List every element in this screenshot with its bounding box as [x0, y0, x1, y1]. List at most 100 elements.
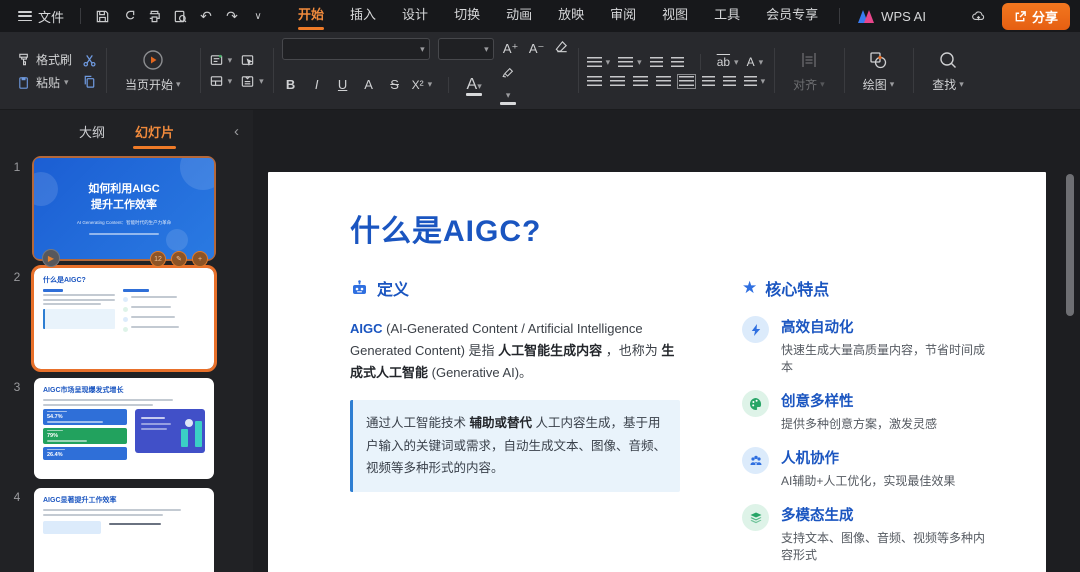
slide-canvas[interactable]: 什么是AIGC? 定义 AIGC (AI-Generated Content /…: [253, 110, 1080, 572]
redo-button[interactable]: ↷: [219, 4, 245, 28]
tab-tools[interactable]: 工具: [701, 0, 753, 32]
bullets-button[interactable]: ▾: [586, 56, 610, 68]
share-button[interactable]: 分享: [1001, 2, 1070, 30]
collapse-panel-icon[interactable]: ‹: [234, 123, 239, 140]
bold-button[interactable]: B: [282, 77, 300, 92]
thumbnail-row-4: 4 AIGC显著提升工作效率: [0, 488, 253, 572]
strikethrough-button[interactable]: S: [386, 77, 404, 92]
increase-indent-icon[interactable]: [670, 56, 684, 68]
thumb4-highlight-box: [43, 521, 101, 534]
format-painter-button[interactable]: 格式刷: [17, 51, 72, 68]
layout-button[interactable]: ▾: [209, 74, 232, 89]
new-slide-button[interactable]: ▾: [209, 53, 232, 68]
cloud-sync-button[interactable]: [966, 4, 992, 28]
thumbnail-4-preview: AIGC显著提升工作效率: [34, 488, 214, 572]
ribbon-toolbar: 格式刷 粘贴 ▾ 当页开始 ▾ ▾ ▾ ▾ ▾ ▾ A⁺ A⁻ B I U A …: [0, 32, 1080, 110]
column-spacing-icon[interactable]: [701, 76, 715, 87]
align-group: 对齐 ▾: [774, 38, 844, 103]
save-button[interactable]: [89, 4, 115, 28]
find-label: 查找: [932, 77, 957, 92]
paragraph-group: ▾ ▾ ab ▾ A ▾ ▾: [577, 38, 775, 103]
thumb1-title-line2: 提升工作效率: [91, 198, 157, 211]
slide-thumbnail-4[interactable]: AIGC显著提升工作效率: [34, 488, 214, 572]
ribbon-tabs: 开始 插入 设计 切换 动画 放映 审阅 视图 工具 会员专享: [285, 0, 831, 32]
edit-pen-button[interactable]: ✎: [171, 251, 187, 267]
row-spacing-icon[interactable]: [722, 76, 736, 87]
slide-title: 什么是AIGC?: [350, 215, 542, 248]
font-color-glyph: A: [466, 75, 478, 93]
quick-access-expand-button[interactable]: ∨: [245, 4, 271, 28]
numbering-button[interactable]: ▾: [618, 56, 642, 68]
format-painter-label: 格式刷: [36, 52, 73, 67]
layers-icon: [742, 504, 769, 531]
draw-button[interactable]: 绘图 ▾: [853, 49, 905, 93]
definition-callout: 通过人工智能技术 辅助或替代 人工内容生成，基于用户输入的关键词或需求，自动生成…: [350, 400, 680, 492]
tab-slideshow[interactable]: 放映: [545, 0, 597, 32]
tab-design[interactable]: 设计: [389, 0, 441, 32]
start-from-page-label: 当页开始: [125, 77, 174, 92]
wps-ai-button[interactable]: WPS AI: [858, 9, 926, 24]
align-center-icon[interactable]: [609, 76, 625, 87]
cut-button[interactable]: [82, 53, 97, 68]
thumbnail-1-preview: 如何利用AIGC 提升工作效率 AI Generating Content：智能时…: [34, 158, 214, 259]
find-replace-button[interactable]: [167, 4, 193, 28]
font-size-select[interactable]: ▾: [437, 38, 494, 60]
justify-icon[interactable]: [655, 76, 671, 87]
tab-review[interactable]: 审阅: [597, 0, 649, 32]
tab-animation[interactable]: 动画: [493, 0, 545, 32]
tab-outline[interactable]: 大纲: [77, 118, 107, 145]
superscript-button[interactable]: X² ▾: [412, 78, 433, 92]
file-menu-button[interactable]: 文件: [10, 3, 72, 30]
copy-button[interactable]: [82, 74, 97, 89]
tab-view[interactable]: 视图: [649, 0, 701, 32]
line-spacing-button[interactable]: ▾: [743, 76, 765, 87]
timer-badge-button[interactable]: 12: [150, 251, 166, 267]
slide-thumbnail-1[interactable]: 如何利用AIGC 提升工作效率 AI Generating Content：智能时…: [32, 156, 216, 267]
tab-slides[interactable]: 幻灯片: [133, 118, 177, 149]
slide-number: 3: [13, 380, 21, 394]
tab-home[interactable]: 开始: [285, 0, 337, 32]
font-color-button[interactable]: A ▾: [465, 75, 483, 96]
vertical-scrollbar[interactable]: [1066, 174, 1074, 316]
lightning-icon: [742, 316, 769, 343]
align-right-icon[interactable]: [632, 76, 648, 87]
align-objects-button[interactable]: 对齐 ▾: [783, 49, 835, 93]
export-button[interactable]: [115, 4, 141, 28]
play-slide-button[interactable]: ▶: [42, 249, 60, 267]
tab-membership[interactable]: 会员专享: [753, 0, 831, 32]
current-slide[interactable]: 什么是AIGC? 定义 AIGC (AI-Generated Content /…: [268, 172, 1046, 572]
underline-button[interactable]: U: [334, 77, 352, 92]
decrease-indent-icon[interactable]: [649, 56, 663, 68]
slide-thumbnail-3[interactable]: AIGC市场呈现爆发式增长 54.7% 79% 26.4%: [34, 378, 214, 479]
slide-checklist-button[interactable]: ▾: [240, 74, 264, 89]
format-painter-icon: [19, 53, 28, 65]
tab-insert[interactable]: 插入: [337, 0, 389, 32]
text-direction-button[interactable]: ab ▾: [717, 55, 739, 69]
highlight-color-button[interactable]: ▾: [499, 66, 517, 105]
tab-transition[interactable]: 切换: [441, 0, 493, 32]
vertical-text-button[interactable]: A ▾: [747, 55, 764, 69]
italic-button[interactable]: I: [308, 77, 326, 92]
distribute-text-icon[interactable]: [676, 74, 696, 89]
badge-text: 12: [154, 255, 162, 263]
decrease-font-button[interactable]: A⁻: [528, 41, 546, 57]
new-slide-icon: [210, 54, 222, 65]
feature-title: 创意多样性: [781, 394, 854, 410]
undo-button[interactable]: ↶: [193, 4, 219, 28]
wps-presentation-window: 文件 ↶ ↷ ∨ 开始 插入 设计 切换 动画 放映 审阅 视图 工具 会员专享: [0, 0, 1080, 572]
font-name-select[interactable]: ▾: [281, 38, 430, 60]
slide-thumbnail-2[interactable]: 什么是AIGC?: [31, 265, 217, 372]
find-button[interactable]: 查找 ▾: [922, 49, 974, 93]
mini-dot: [185, 418, 193, 427]
dropdown-icon: ▾: [484, 43, 489, 54]
paste-button[interactable]: 粘贴 ▾: [17, 74, 72, 91]
increase-font-button[interactable]: A⁺: [502, 41, 520, 57]
character-spacing-button[interactable]: A: [360, 77, 378, 92]
print-button[interactable]: [141, 4, 167, 28]
start-from-page-button[interactable]: 当页开始 ▾: [115, 49, 191, 93]
add-slide-button[interactable]: +: [192, 251, 208, 267]
align-left-icon[interactable]: [586, 76, 602, 87]
select-slide-button[interactable]: [240, 53, 255, 68]
clear-format-button[interactable]: [554, 39, 569, 59]
definition-heading-label: 定义: [377, 282, 410, 299]
